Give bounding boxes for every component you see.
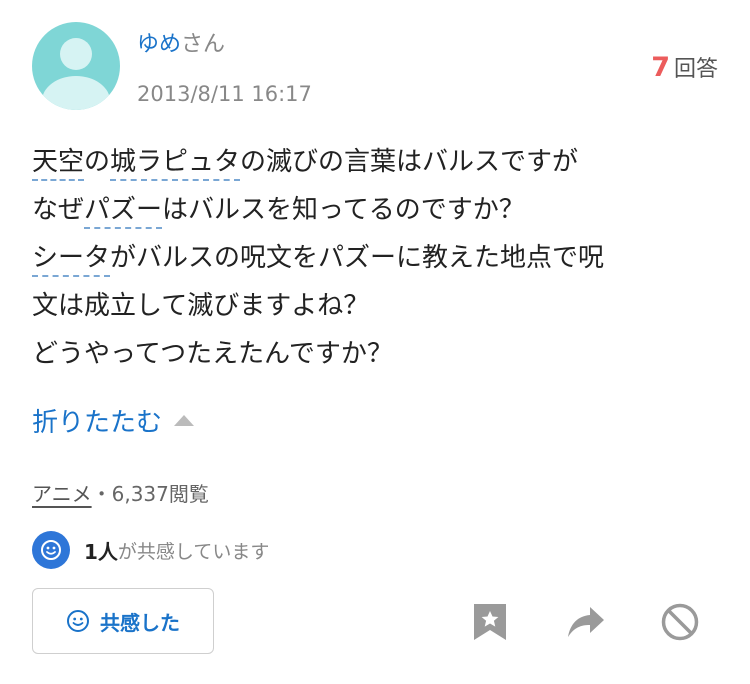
chevron-up-icon bbox=[174, 415, 195, 426]
collapse-label: 折りたたむ bbox=[32, 408, 163, 438]
avatar[interactable] bbox=[32, 22, 120, 110]
username[interactable]: ゆめさん bbox=[137, 30, 225, 60]
keyword-link-tenku[interactable]: 天空 bbox=[32, 147, 84, 177]
block-icon bbox=[661, 603, 699, 641]
username-name[interactable]: ゆめ bbox=[137, 32, 181, 57]
question-body: 天空の城ラピュタの滅びの言葉はバルスですが なぜパズーはバルスを知ってるのですか… bbox=[32, 138, 722, 378]
post-timestamp: 2013/8/11 16:17 bbox=[137, 82, 312, 106]
question-text: はバルスを知ってるのですか？ bbox=[162, 195, 525, 225]
smile-icon bbox=[32, 531, 70, 569]
question-text: の滅びの言葉はバルスですが bbox=[240, 147, 579, 177]
question-meta: アニメ・6,337閲覧 bbox=[32, 480, 209, 508]
avatar-head-shape bbox=[60, 38, 92, 70]
question-text: の bbox=[84, 147, 111, 177]
question-line: 天空の城ラピュタの滅びの言葉はバルスですが bbox=[32, 138, 722, 186]
answer-count[interactable]: 7 回答 bbox=[651, 52, 718, 86]
empathy-count: 1人 bbox=[84, 539, 118, 564]
block-button[interactable] bbox=[660, 600, 700, 644]
empathy-summary[interactable]: 1人 が共感しています bbox=[32, 530, 269, 570]
keyword-link-laputa[interactable]: 城ラピュタ bbox=[110, 147, 240, 177]
bookmark-button[interactable] bbox=[470, 600, 510, 644]
empathize-button[interactable]: 共感した bbox=[32, 588, 214, 654]
keyword-link-pazu[interactable]: パズー bbox=[84, 195, 162, 225]
answer-count-label: 回答 bbox=[673, 57, 718, 82]
question-line: なぜパズーはバルスを知ってるのですか？ bbox=[32, 186, 722, 234]
bookmark-star-icon bbox=[474, 604, 506, 640]
question-text: がバルスの呪文をパズーに教えた地点で呪 bbox=[110, 243, 605, 273]
question-line: どうやってつたえたんですか？ bbox=[32, 339, 393, 369]
question-text: なぜ bbox=[32, 195, 85, 225]
empathize-button-label: 共感した bbox=[100, 610, 180, 635]
view-count: 6,337閲覧 bbox=[111, 482, 209, 506]
question-line: 文は成立して滅びますよね？ bbox=[32, 291, 370, 321]
collapse-toggle[interactable]: 折りたたむ bbox=[32, 405, 195, 441]
category-link[interactable]: アニメ bbox=[32, 482, 92, 506]
share-button[interactable] bbox=[566, 600, 606, 644]
answer-count-number: 7 bbox=[651, 52, 670, 83]
username-suffix: さん bbox=[181, 32, 226, 57]
meta-separator: ・ bbox=[91, 482, 112, 506]
keyword-link-sheeta[interactable]: シータ bbox=[32, 243, 110, 273]
share-arrow-icon bbox=[568, 607, 604, 637]
question-line: シータがバルスの呪文をパズーに教えた地点で呪 bbox=[32, 234, 722, 282]
avatar-body-shape bbox=[42, 76, 110, 110]
empathy-text: が共感しています bbox=[117, 540, 270, 563]
smile-icon bbox=[66, 609, 90, 633]
